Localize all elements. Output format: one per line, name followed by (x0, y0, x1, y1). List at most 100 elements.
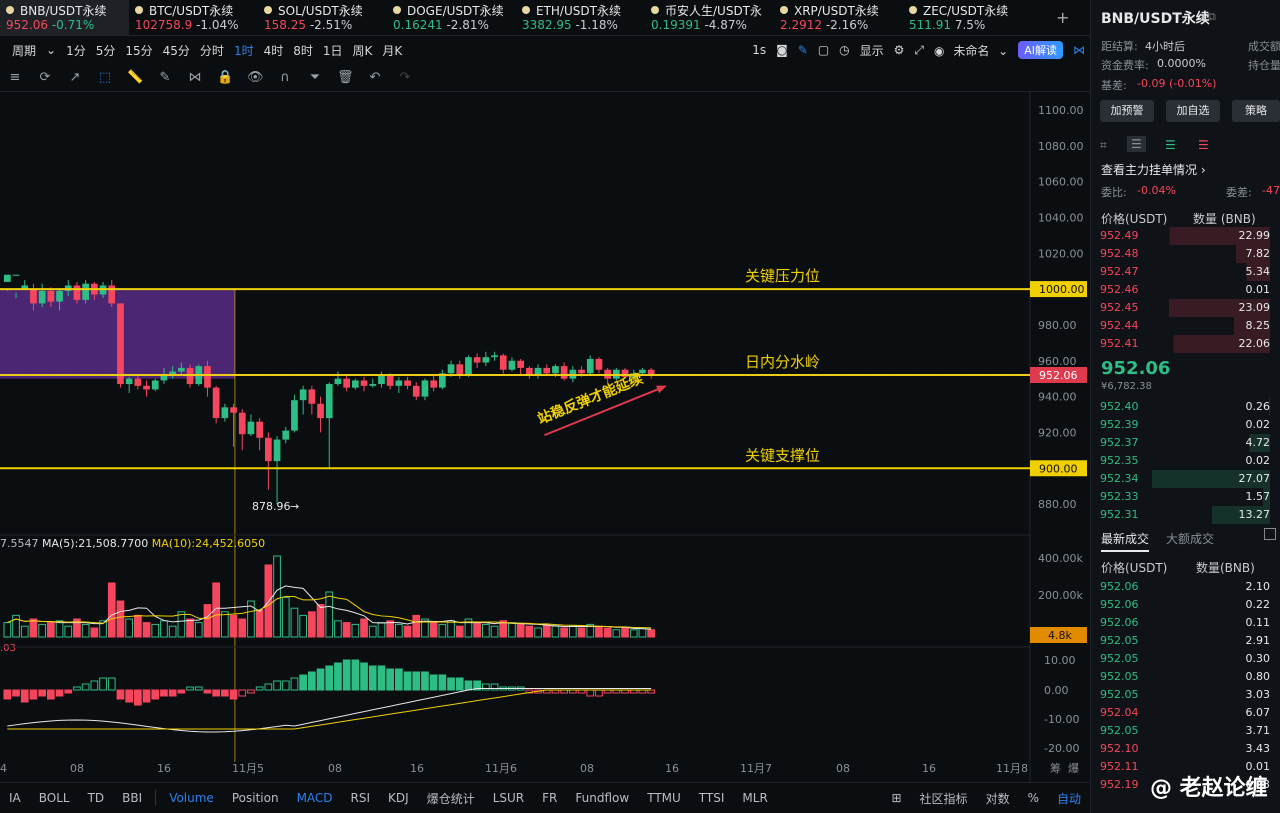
symbol-tab[interactable]: SOL/USDT永续 158.25 -2.51% (258, 0, 387, 35)
orderbook-icon-3[interactable]: ☰ (1165, 138, 1176, 152)
add-alert-button[interactable]: 加预警 (1100, 100, 1154, 122)
ask-row[interactable]: 952.46 0.01 (1100, 281, 1270, 299)
tab-latest-trades[interactable]: 最新成交 (1101, 530, 1150, 552)
indicator-9[interactable]: 爆仓统计 (427, 790, 475, 807)
indicator-17[interactable]: 对数 (986, 790, 1010, 807)
cursor-icon[interactable]: ↗ (67, 70, 83, 86)
indicator-2[interactable]: TD (88, 791, 105, 805)
indicator-11[interactable]: FR (542, 791, 557, 805)
interval-0[interactable]: 1分 (66, 42, 86, 59)
trade-row[interactable]: 952.06 0.22 (1100, 596, 1270, 614)
filter-icon[interactable]: ⏷ (307, 70, 323, 86)
trade-row[interactable]: 952.05 0.80 (1100, 668, 1270, 686)
trade-row[interactable]: 952.06 2.10 (1100, 578, 1270, 596)
tab-bulk-trades[interactable]: 大额成交 (1166, 530, 1214, 547)
bid-row[interactable]: 952.35 0.02 (1100, 452, 1270, 470)
main-orders-link[interactable]: 查看主力挂单情况 › (1101, 161, 1206, 178)
indicator-8[interactable]: KDJ (388, 791, 409, 805)
interval-3[interactable]: 45分 (163, 42, 190, 59)
indicator-16[interactable]: 社区指标 (920, 790, 968, 807)
orderbook-icon-4[interactable]: ☰ (1198, 138, 1209, 152)
symbol-tab[interactable]: ZEC/USDT永续 511.91 7.5% (903, 0, 1032, 35)
symbol-tab[interactable]: ETH/USDT永续 3382.95 -1.18% (516, 0, 645, 35)
share-icon[interactable]: ⋈ (1073, 43, 1085, 57)
orderbook-icon-2[interactable]: ☰ (1127, 136, 1146, 152)
trade-qty-head[interactable]: 数量(BNB) (1196, 559, 1255, 576)
ask-row[interactable]: 952.49 22.99 (1100, 227, 1270, 245)
interval-7[interactable]: 8时 (293, 42, 313, 59)
interval-6[interactable]: 4时 (264, 42, 284, 59)
symbol-tab[interactable]: BNB/USDT永续 952.06 -0.71% (0, 0, 129, 35)
indicator-0[interactable]: IA (9, 791, 21, 805)
orderbook-icon-1[interactable]: ⌗ (1100, 138, 1107, 153)
indicator-1[interactable]: BOLL (39, 791, 70, 805)
price-chart[interactable]: 1100.00 1080.00 1060.00 1040.00 1020.00 980.0… (0, 92, 1090, 782)
bid-row[interactable]: 952.31 13.27 (1100, 506, 1270, 524)
indicator-4[interactable]: Volume (169, 791, 214, 805)
indicator-15[interactable]: MLR (742, 791, 767, 805)
ruler-icon[interactable]: 📏 (127, 70, 143, 86)
interval-2[interactable]: 15分 (125, 42, 152, 59)
fullscreen-icon[interactable]: ⤢ (914, 43, 924, 58)
indicator-12[interactable]: Fundflow (575, 791, 629, 805)
add-favorite-button[interactable]: 加自选 (1166, 100, 1220, 122)
trade-row[interactable]: 952.05 2.91 (1100, 632, 1270, 650)
alarm-icon[interactable]: ◷ (839, 43, 849, 57)
x-right-2[interactable]: 爆 (1068, 761, 1079, 775)
symbol-tab[interactable]: DOGE/USDT永续 0.16241 -2.81% (387, 0, 516, 35)
bid-row[interactable]: 952.34 27.07 (1100, 470, 1270, 488)
ask-row[interactable]: 952.47 5.34 (1100, 263, 1270, 281)
add-tab-button[interactable]: + (1056, 8, 1069, 27)
qty-head[interactable]: 数量 (BNB) (1193, 210, 1256, 227)
camera-icon[interactable]: ◙ (776, 43, 788, 57)
redo-icon[interactable]: ↷ (397, 70, 413, 86)
copy-icon[interactable]: ⧉ (1208, 10, 1216, 24)
ask-row[interactable]: 952.44 8.25 (1100, 317, 1270, 335)
trade-row[interactable]: 952.10 3.43 (1100, 740, 1270, 758)
select-icon[interactable]: ⬚ (97, 70, 113, 86)
indicator-13[interactable]: TTMU (647, 791, 681, 805)
trade-row[interactable]: 952.05 3.03 (1100, 686, 1270, 704)
indicator-10[interactable]: LSUR (493, 791, 524, 805)
indicator-19[interactable]: 自动 (1057, 790, 1081, 807)
bid-row[interactable]: 952.39 0.02 (1100, 416, 1270, 434)
undo-icon[interactable]: ↶ (367, 70, 383, 86)
ask-row[interactable]: 952.48 7.82 (1100, 245, 1270, 263)
trade-row[interactable]: 952.05 3.71 (1100, 722, 1270, 740)
ask-row[interactable]: 952.41 22.06 (1100, 335, 1270, 353)
interval-1[interactable]: 5分 (96, 42, 116, 59)
ai-button[interactable]: AI解读 (1018, 41, 1063, 59)
symbol-tab[interactable]: XRP/USDT永续 2.2912 -2.16% (774, 0, 903, 35)
x-right-1[interactable]: 筹 (1050, 761, 1061, 775)
interval-8[interactable]: 1日 (323, 42, 343, 59)
eye-icon[interactable]: 👁 (247, 70, 264, 86)
interval-9[interactable]: 周K (353, 42, 373, 59)
period-select[interactable]: 周期 (12, 42, 36, 59)
interval-5[interactable]: 1时 (234, 42, 254, 59)
menu-icon[interactable]: ≡ (7, 70, 23, 86)
pen-icon[interactable]: ✎ (157, 70, 173, 86)
indicator-6[interactable]: MACD (297, 791, 333, 805)
lock-icon[interactable]: ⊞ (891, 791, 901, 805)
ask-row[interactable]: 952.45 23.09 (1100, 299, 1270, 317)
settings-icon[interactable]: ⚙ (894, 43, 905, 57)
comment-icon[interactable]: ▢ (818, 43, 829, 57)
bid-row[interactable]: 952.37 4.72 (1100, 434, 1270, 452)
indicator-14[interactable]: TTSI (699, 791, 725, 805)
pattern-icon[interactable]: ⋈ (187, 70, 203, 86)
interval-10[interactable]: 月K (382, 42, 402, 59)
seconds-toggle[interactable]: 1s (752, 43, 766, 57)
indicator-18[interactable]: % (1028, 791, 1039, 805)
trade-row[interactable]: 952.04 6.07 (1100, 704, 1270, 722)
interval-4[interactable]: 分时 (200, 42, 224, 59)
draw-icon[interactable]: ✎ (798, 43, 808, 57)
indicator-3[interactable]: BBI (122, 791, 142, 805)
trade-row[interactable]: 952.05 0.30 (1100, 650, 1270, 668)
bid-row[interactable]: 952.40 0.26 (1100, 398, 1270, 416)
bid-row[interactable]: 952.33 1.57 (1100, 488, 1270, 506)
trash-icon[interactable]: 🗑 (337, 70, 354, 86)
bulk-checkbox[interactable] (1264, 528, 1276, 540)
display-button[interactable]: 显示 (860, 42, 884, 59)
magnet-icon[interactable]: ∩ (277, 70, 293, 86)
sync-icon[interactable]: ⟳ (37, 70, 53, 86)
